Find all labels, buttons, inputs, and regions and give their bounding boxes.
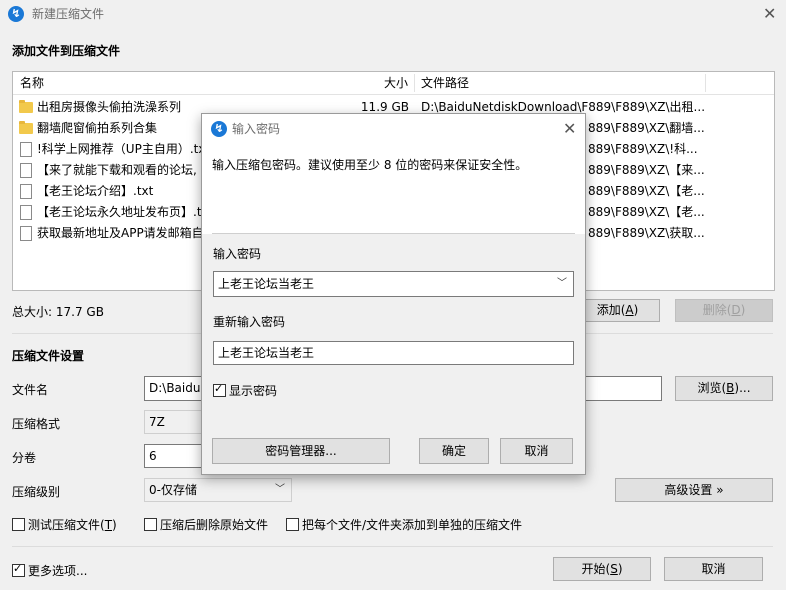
browse-button[interactable]: 浏览(B)... xyxy=(675,376,773,401)
file-icon xyxy=(20,184,32,199)
password-value: 上老王论坛当老王 xyxy=(218,277,315,291)
file-icon xyxy=(20,163,32,178)
advanced-settings-button[interactable]: 高级设置 » xyxy=(615,478,773,502)
column-header-name[interactable]: 名称 xyxy=(20,72,44,94)
dialog-description-area: 输入压缩包密码。建议使用至少 8 位的密码来保证安全性。 xyxy=(202,144,585,234)
confirm-password-label: 重新输入密码 xyxy=(213,315,286,329)
settings-section-title: 压缩文件设置 xyxy=(12,349,85,363)
advanced-settings-label: 高级设置 » xyxy=(664,483,724,497)
row-path: 889\F889\XZ\获取... xyxy=(588,226,705,240)
files-section-title: 添加文件到压缩文件 xyxy=(12,44,121,58)
column-header-path[interactable]: 文件路径 xyxy=(421,72,469,94)
dialog-close-icon[interactable]: ✕ xyxy=(563,121,576,137)
window-title: 新建压缩文件 xyxy=(32,7,105,21)
add-button-label: 添加(A) xyxy=(596,303,639,317)
browse-button-label: 浏览(B)... xyxy=(697,381,751,395)
format-label: 压缩格式 xyxy=(12,417,61,431)
show-password-checkbox[interactable] xyxy=(213,382,226,397)
delete-after-label: 压缩后删除原始文件 xyxy=(160,518,269,532)
total-size: 总大小: 17.7 GB xyxy=(12,305,104,319)
row-path: 889\F889\XZ\【老... xyxy=(588,184,705,198)
column-separator xyxy=(414,74,415,92)
ok-button-label: 确定 xyxy=(441,444,466,458)
column-header-size[interactable]: 大小 xyxy=(384,72,408,94)
cancel-button-label: 取消 xyxy=(701,562,726,576)
dialog-titlebar: ↯ 输入密码 ✕ xyxy=(202,114,585,144)
file-icon xyxy=(20,205,32,220)
level-select[interactable]: 0-仅存储 ﹀ xyxy=(144,478,292,502)
password-label: 输入密码 xyxy=(213,247,262,261)
ok-button[interactable]: 确定 xyxy=(419,438,489,464)
file-list-header: 名称 大小 文件路径 xyxy=(13,72,774,95)
dialog-cancel-button[interactable]: 取消 xyxy=(500,438,573,464)
row-path: 889\F889\XZ\【来... xyxy=(588,163,705,177)
format-value: 7Z xyxy=(149,415,165,429)
level-label: 压缩级别 xyxy=(12,485,61,499)
password-manager-label: 密码管理器... xyxy=(265,444,337,458)
start-button-label: 开始(S) xyxy=(581,562,623,576)
start-button[interactable]: 开始(S) xyxy=(553,557,651,581)
row-path: 889\F889\XZ\!科... xyxy=(588,142,698,156)
app-icon: ↯ xyxy=(8,6,24,22)
delete-after-checkbox[interactable] xyxy=(144,518,157,531)
column-separator xyxy=(705,74,706,92)
volume-label: 分卷 xyxy=(12,451,37,465)
level-value: 0-仅存储 xyxy=(149,483,197,497)
more-options-checkbox[interactable] xyxy=(12,562,25,577)
dialog-cancel-label: 取消 xyxy=(524,444,549,458)
folder-icon xyxy=(19,100,33,113)
file-icon xyxy=(20,226,32,241)
file-icon xyxy=(20,142,32,157)
test-archive-label: 测试压缩文件(T) xyxy=(28,518,117,532)
chevron-down-icon[interactable]: ﹀ xyxy=(557,272,567,296)
remove-button[interactable]: 删除(D) xyxy=(675,299,773,322)
app-icon: ↯ xyxy=(211,121,227,137)
show-password-label: 显示密码 xyxy=(229,384,278,398)
remove-button-label: 删除(D) xyxy=(702,303,746,317)
test-archive-checkbox[interactable] xyxy=(12,518,25,531)
chevron-down-icon: ﹀ xyxy=(275,484,285,495)
password-dialog: ↯ 输入密码 ✕ 输入压缩包密码。建议使用至少 8 位的密码来保证安全性。 输入… xyxy=(201,113,586,475)
add-button[interactable]: 添加(A) xyxy=(575,299,660,322)
row-path: 889\F889\XZ\【老... xyxy=(588,205,705,219)
cancel-button[interactable]: 取消 xyxy=(664,557,763,581)
close-icon[interactable]: ✕ xyxy=(763,6,776,22)
dialog-description: 输入压缩包密码。建议使用至少 8 位的密码来保证安全性。 xyxy=(212,158,528,172)
filename-label: 文件名 xyxy=(12,383,49,397)
more-options-label: 更多选项... xyxy=(28,564,88,578)
row-path: 889\F889\XZ\翻墙... xyxy=(588,121,705,135)
confirm-password-input[interactable]: 上老王论坛当老王 xyxy=(213,341,574,365)
folder-icon xyxy=(19,121,33,134)
divider xyxy=(212,233,575,234)
separate-archives-checkbox[interactable] xyxy=(286,518,299,531)
dialog-title: 输入密码 xyxy=(232,122,281,136)
window-titlebar: ↯ 新建压缩文件 ✕ xyxy=(0,0,786,28)
separate-archives-label: 把每个文件/文件夹添加到单独的压缩文件 xyxy=(302,518,523,532)
password-input[interactable]: 上老王论坛当老王 ﹀ xyxy=(213,271,574,297)
divider xyxy=(12,546,773,547)
password-manager-button[interactable]: 密码管理器... xyxy=(212,438,390,464)
